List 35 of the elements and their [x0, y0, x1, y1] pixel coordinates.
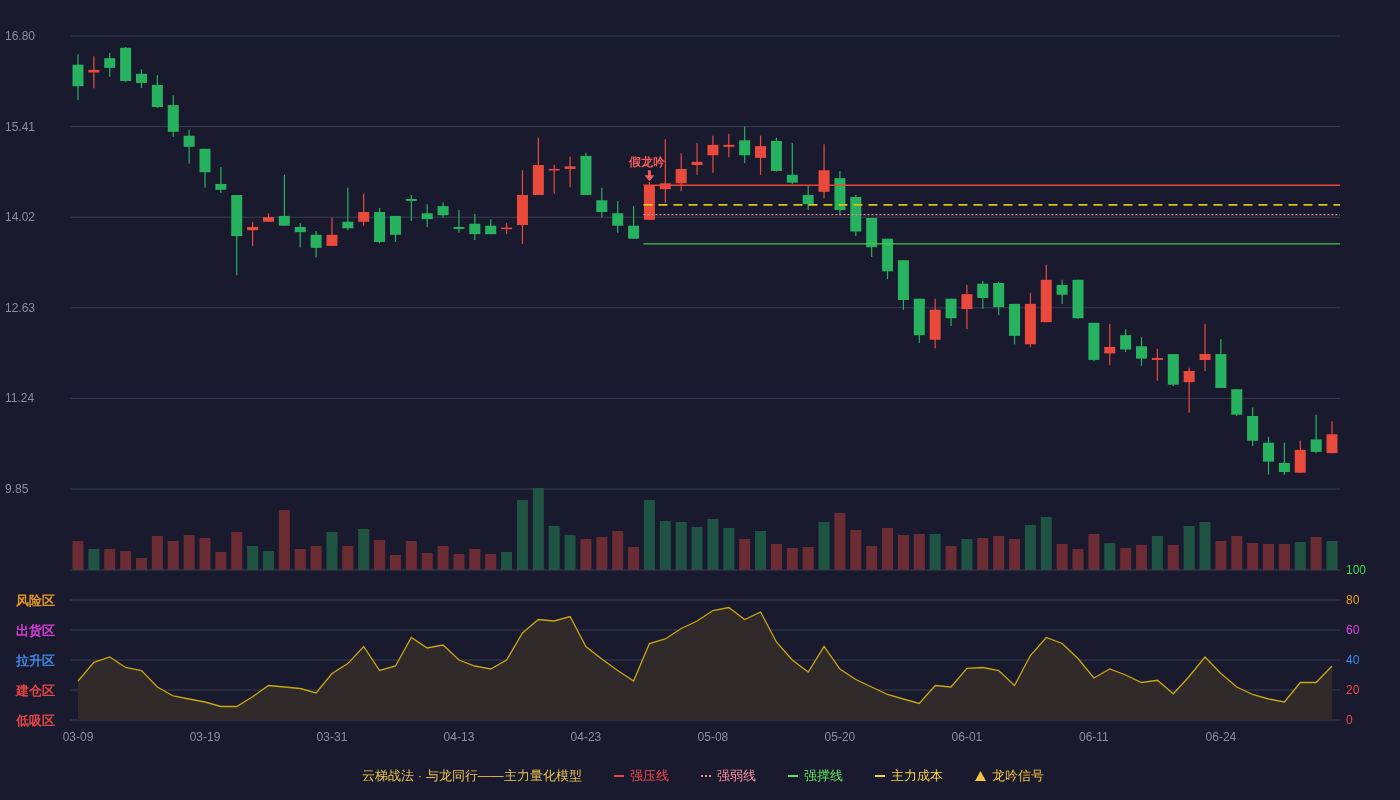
axis-label: 80 [1346, 593, 1360, 607]
zone-label: 建仓区 [16, 683, 55, 698]
axis-label: 05-08 [697, 730, 729, 744]
legend-label[interactable]: 强弱线 [716, 767, 756, 785]
zone-label: 拉升区 [16, 653, 55, 668]
axis-label: 20 [1346, 683, 1360, 697]
zone-label: 出货区 [16, 623, 55, 638]
axis-label: 15.41 [5, 119, 36, 134]
candlestick [643, 181, 655, 221]
signal-label: 假龙吟 [629, 155, 666, 170]
axis-label: 03-31 [316, 730, 348, 744]
axis-label: 05-20 [824, 730, 856, 744]
axis-label: 40 [1346, 653, 1360, 667]
zone-label: 风险区 [16, 593, 55, 608]
axis-label: 9.85 [5, 482, 29, 496]
legend-label[interactable]: 强撑线 [803, 767, 843, 785]
axis-label: 03-19 [189, 730, 221, 744]
axis-label: 04-13 [443, 730, 475, 744]
axis-label: 0 [1346, 713, 1353, 727]
axis-label: 100 [1346, 563, 1367, 577]
axis-label: 06-11 [1079, 730, 1109, 744]
axis-label: 06-01 [951, 730, 983, 744]
legend-label[interactable]: 龙吟信号 [991, 767, 1044, 785]
axis-label: 11.24 [5, 391, 35, 406]
legend-label[interactable]: 强压线 [629, 767, 669, 785]
legend-label[interactable]: 主力成本 [890, 767, 943, 785]
axis-label: 16.80 [5, 29, 36, 43]
axis-label: 04-23 [570, 730, 602, 744]
zone-label: 低吸区 [16, 713, 55, 728]
axis-label: 60 [1346, 623, 1360, 637]
axis-label: 14.02 [5, 210, 36, 225]
axis-label: 03-09 [62, 730, 94, 744]
axis-label: 12.63 [5, 300, 36, 315]
legend-title: 云梯战法 · 与龙同行——主力量化模型 [362, 767, 582, 785]
axis-label: 06-24 [1205, 730, 1237, 744]
